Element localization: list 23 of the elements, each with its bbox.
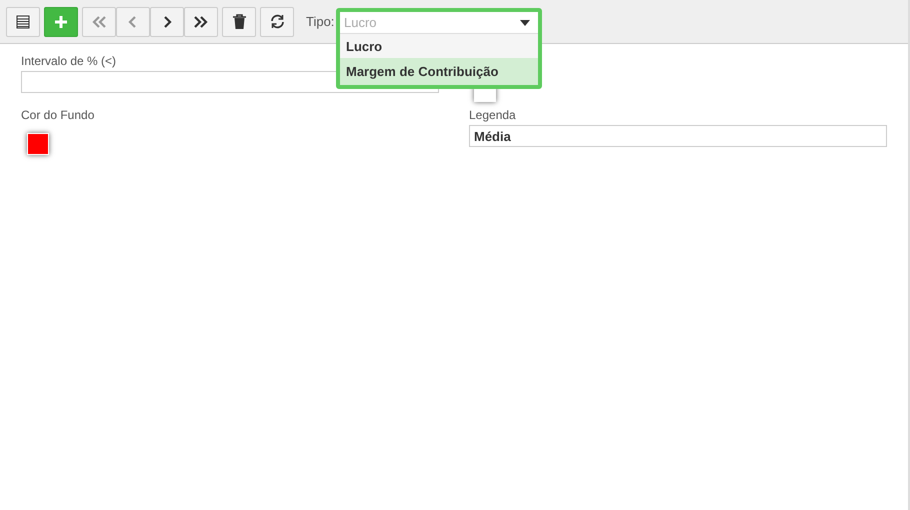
chevron-right-icon <box>162 14 172 28</box>
refresh-button[interactable] <box>260 6 294 36</box>
tipo-dropdown[interactable]: Lucro Lucro Margem de Contribuição <box>336 8 542 89</box>
refresh-icon <box>270 14 284 29</box>
legend-field[interactable]: Média <box>469 125 887 147</box>
caret-icon <box>520 20 530 26</box>
last-button[interactable] <box>184 6 218 36</box>
field-label: Intervalo de % (<) <box>21 54 118 68</box>
dropdown-option[interactable]: Lucro <box>340 34 538 58</box>
double-right-icon <box>193 14 209 28</box>
grid-button[interactable] <box>6 6 40 36</box>
double-left-icon <box>91 14 107 28</box>
next-button[interactable] <box>150 6 184 36</box>
dropdown-option[interactable]: Margem de Contribuição <box>340 58 538 85</box>
tipo-label: Tipo: <box>306 14 334 29</box>
field-label: Cor do Fundo <box>21 108 96 122</box>
color-swatch[interactable] <box>27 133 49 155</box>
chevron-left-icon <box>128 14 138 28</box>
trash-icon <box>232 14 246 29</box>
table-icon <box>16 14 30 28</box>
delete-button[interactable] <box>222 6 256 36</box>
field-label: Legenda <box>469 108 517 122</box>
plus-icon <box>54 14 68 28</box>
